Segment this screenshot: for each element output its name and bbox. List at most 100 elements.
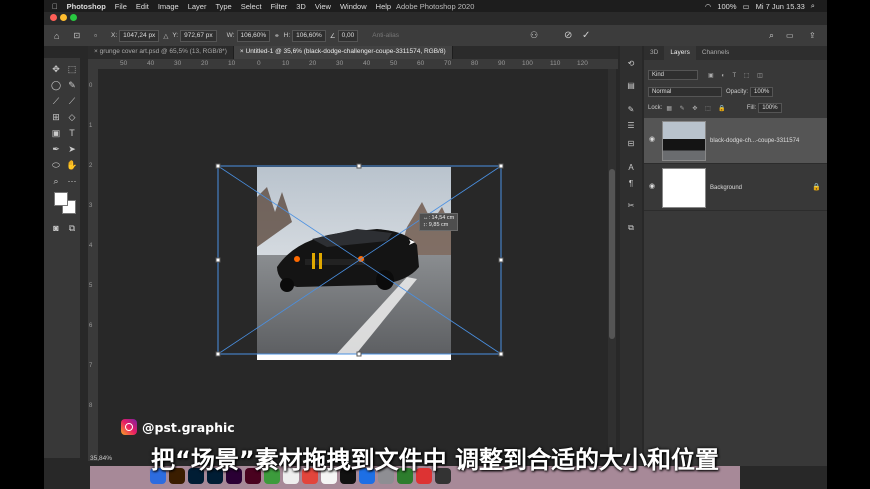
tool-presets-icon[interactable]: ✂ [625, 200, 637, 212]
menubar:  Photoshop File Edit Image Layer Type S… [44, 0, 827, 12]
screen-mode-icon[interactable]: ⧉ [66, 222, 78, 234]
menu-edit[interactable]: Edit [136, 2, 149, 11]
menu-select[interactable]: Select [241, 2, 262, 11]
hand-tool-icon[interactable]: ✋ [66, 159, 78, 171]
move-tool-icon[interactable]: ✥ [50, 63, 62, 75]
lasso-tool-icon[interactable]: ◯ [50, 79, 62, 91]
car-photo-layer[interactable] [257, 167, 451, 359]
brush-settings-icon[interactable]: ✎ [625, 104, 637, 116]
menu-help[interactable]: Help [376, 2, 391, 11]
filter-icons[interactable]: ▣ ◐ T ⬚ ◫ [708, 72, 766, 79]
history-icon[interactable]: ⟲ [625, 58, 637, 70]
eraser-tool-icon[interactable]: ◇ [66, 111, 78, 123]
layer-row-car[interactable]: ◉ black-dodge-ch...-coupe-3311574 [644, 118, 827, 164]
y-label: Y: [172, 32, 179, 39]
visibility-eye-icon[interactable]: ◉ [649, 136, 657, 143]
path-select-tool-icon[interactable]: ➤ [66, 143, 78, 155]
layer-name[interactable]: black-dodge-ch...-coupe-3311574 [710, 138, 799, 144]
h-label: H: [283, 32, 291, 39]
menu-view[interactable]: View [315, 2, 331, 11]
canvas-white-strip [257, 354, 451, 360]
stamp-tool-icon[interactable]: ⊞ [50, 111, 62, 123]
delta-icon[interactable]: △ [163, 32, 168, 40]
zoom-window-button[interactable] [70, 14, 77, 21]
apple-icon[interactable]:  [52, 2, 58, 11]
search-icon[interactable]: ⌕ [811, 1, 815, 11]
angle-field[interactable]: 0,00 [337, 29, 359, 42]
pen-tool-icon[interactable]: ✒ [50, 143, 62, 155]
menu-type[interactable]: Type [215, 2, 231, 11]
battery-level[interactable]: 100% [717, 2, 736, 11]
opacity-field[interactable]: 100% [750, 87, 774, 97]
ruler-tick-label: 5 [89, 283, 93, 289]
properties-icon[interactable]: ▤ [625, 80, 637, 92]
battery-icon[interactable]: ▭ [743, 2, 750, 11]
zoom-tool-icon[interactable]: ⌕ [50, 175, 62, 187]
cancel-transform-icon[interactable]: ⊘ [564, 30, 572, 41]
workspace-icon[interactable]: ▭ [786, 31, 794, 40]
libraries-icon[interactable]: ⊟ [625, 138, 637, 150]
tab-grunge-cover[interactable]: × grunge cover art.psd @ 65,5% (13, RGB/… [88, 46, 234, 59]
width-readout: ↔: 14,54 cm [423, 215, 455, 221]
tab-3d[interactable]: 3D [644, 46, 664, 60]
commit-transform-icon[interactable]: ✓ [582, 30, 590, 41]
eyedropper-tool-icon[interactable]: ⟋ [50, 95, 62, 107]
menu-image[interactable]: Image [158, 2, 179, 11]
x-field[interactable]: 1047,24 px [119, 29, 160, 42]
brush-tool-icon[interactable]: ⟋ [66, 95, 78, 107]
warp-icon[interactable]: ⚇ [530, 30, 538, 41]
visibility-eye-icon[interactable]: ◉ [649, 183, 657, 190]
vertical-scrollbar[interactable] [608, 69, 616, 461]
foreground-color-swatch[interactable] [54, 192, 68, 206]
menu-filter[interactable]: Filter [271, 2, 288, 11]
menu-3d[interactable]: 3D [296, 2, 306, 11]
close-window-button[interactable] [50, 14, 57, 21]
marquee-tool-icon[interactable]: ⬚ [66, 63, 78, 75]
tab-untitled-1[interactable]: × Untitled-1 @ 35,6% (black-dodge-challe… [233, 46, 453, 59]
menu-layer[interactable]: Layer [188, 2, 207, 11]
app-menu[interactable]: Photoshop [67, 2, 106, 11]
type-tool-icon[interactable]: T [66, 127, 78, 139]
minimize-window-button[interactable] [60, 14, 67, 21]
home-icon[interactable]: ⌂ [54, 31, 59, 41]
quick-select-tool-icon[interactable]: ✎ [66, 79, 78, 91]
link-icon[interactable]: ⚭ [274, 32, 279, 40]
angle-icon[interactable]: ∠ [330, 32, 336, 40]
menu-window[interactable]: Window [340, 2, 367, 11]
more-tools-icon[interactable]: ⋯ [66, 175, 78, 187]
tab-layers[interactable]: Layers [664, 46, 696, 60]
adjustments-icon[interactable]: ☰ [625, 120, 637, 132]
reference-point-icon[interactable]: ▫ [94, 31, 97, 40]
ruler-tick-label: 50 [390, 60, 398, 67]
tab-channels[interactable]: Channels [696, 46, 735, 60]
paragraph-icon[interactable]: ¶ [625, 178, 637, 190]
layer-name[interactable]: Background [710, 185, 742, 191]
quick-mask-icon[interactable]: ◙ [50, 222, 62, 234]
height-field[interactable]: 106,60% [292, 29, 326, 42]
share-icon[interactable]: ⇪ [809, 31, 816, 40]
scroll-thumb[interactable] [609, 169, 615, 339]
gradient-tool-icon[interactable]: ▣ [50, 127, 62, 139]
character-icon[interactable]: A [625, 162, 637, 174]
search-icon[interactable]: ⌕ [769, 30, 774, 41]
ruler-tick-label: 40 [363, 60, 371, 67]
y-field[interactable]: 972,67 px [180, 29, 217, 42]
lock-icons[interactable]: ▦ ✎ ✥ ⬚ 🔒 [666, 105, 729, 112]
height-readout: ↕: 9,85 cm [423, 222, 449, 228]
ruler-tick-label: 8 [89, 403, 93, 409]
clock[interactable]: Mi 7 Jun 15.33 [756, 2, 805, 11]
layer-row-background[interactable]: ◉ Background 🔒 [644, 165, 827, 211]
menu-file[interactable]: File [115, 2, 127, 11]
fill-field[interactable]: 100% [758, 103, 782, 113]
width-field[interactable]: 106,60% [236, 29, 271, 42]
tab-label: Untitled-1 @ 35,6% (black-dodge-challeng… [245, 48, 446, 55]
kind-filter[interactable]: Kind [648, 70, 698, 80]
antialias-label[interactable]: Anti-alias [372, 32, 399, 39]
wifi-icon[interactable]: ◠ [705, 2, 712, 11]
transform-tool-icon[interactable]: ⊡ [73, 31, 80, 40]
blend-mode-select[interactable]: Normal [648, 87, 722, 97]
lock-icon: 🔒 [812, 184, 821, 191]
window-chrome [44, 12, 827, 24]
shape-tool-icon[interactable]: ⬭ [50, 159, 62, 171]
layer-comps-icon[interactable]: ⧉ [625, 222, 637, 234]
